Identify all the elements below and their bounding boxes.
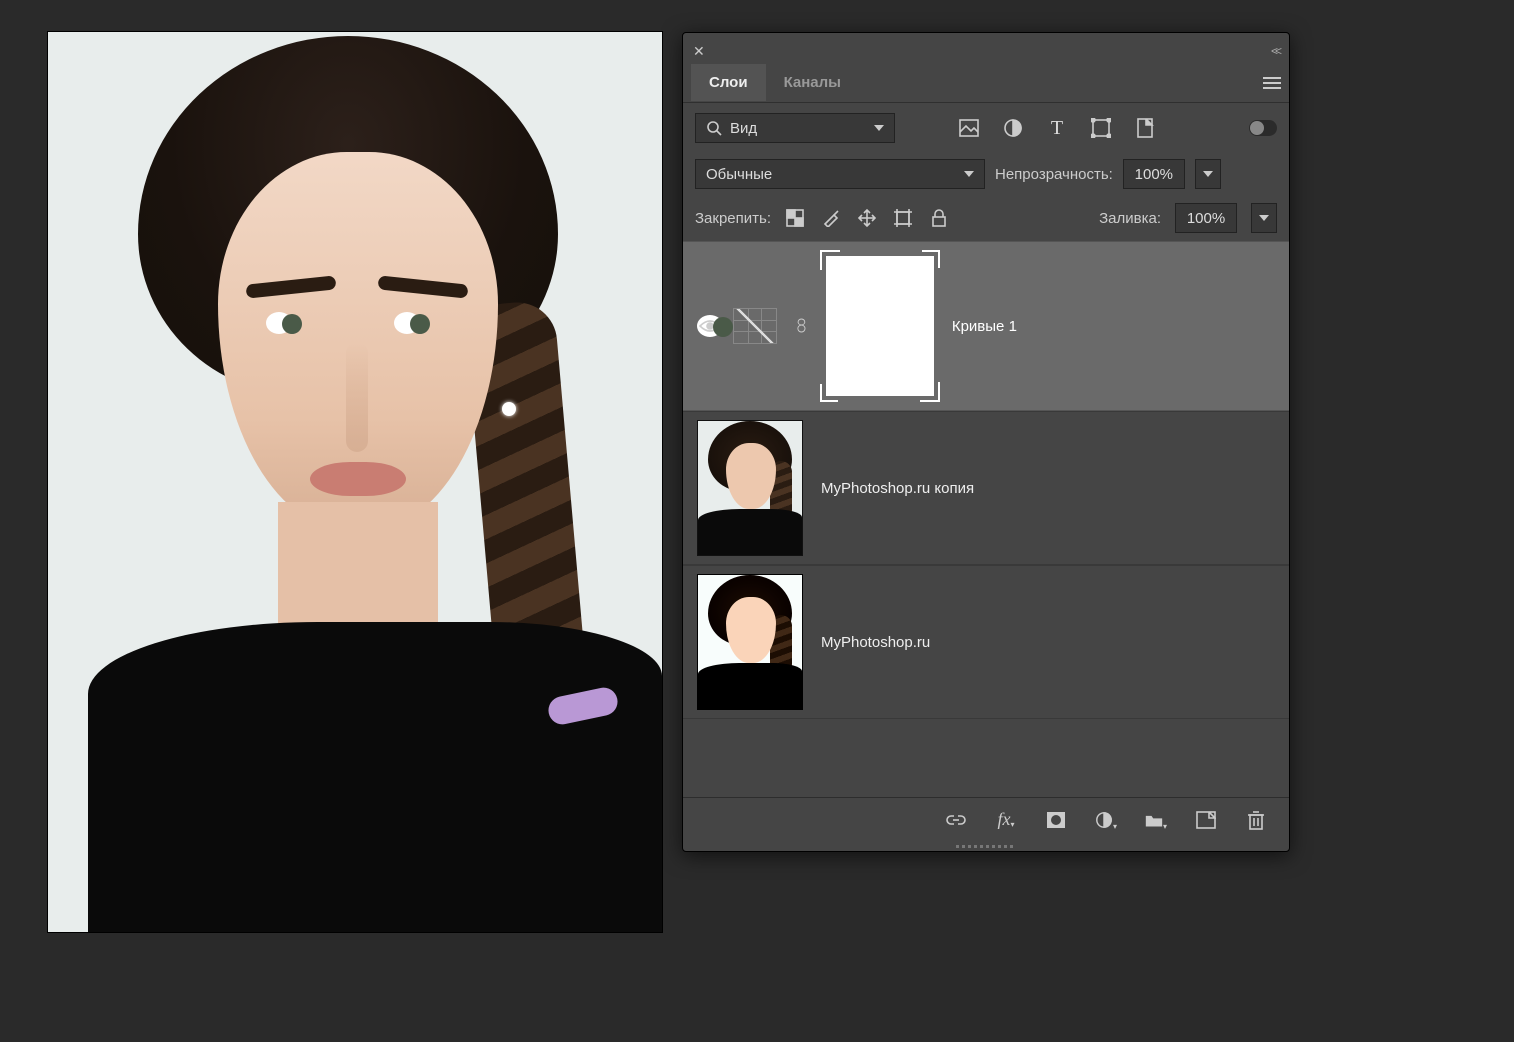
fill-value-field[interactable]: 100% [1175,203,1237,233]
chevron-down-icon [964,171,974,177]
lock-all-icon[interactable] [929,208,949,228]
trash-icon[interactable] [1245,809,1267,831]
layer-filter-kind-label: Вид [730,120,757,137]
layer-name-label[interactable]: MyPhotoshop.ru копия [821,480,974,497]
collapse-panel-icon[interactable]: << [1271,44,1279,58]
layer-row[interactable]: MyPhotoshop.ru копия [683,411,1289,565]
layers-panel: ✕ << Слои Каналы Вид T [682,32,1290,852]
new-layer-icon[interactable] [1195,809,1217,831]
chevron-down-icon [1203,171,1213,177]
layer-name-label[interactable]: MyPhotoshop.ru [821,634,930,651]
document-canvas[interactable] [48,32,662,932]
image-filter-icon[interactable] [959,118,979,138]
opacity-value-field[interactable]: 100% [1123,159,1185,189]
search-icon [706,120,722,136]
layer-row[interactable]: 𝟾 Кривые 1 [683,241,1289,411]
adjustment-icon[interactable]: ▾ [1095,809,1117,831]
lock-paint-icon[interactable] [821,208,841,228]
lock-label: Закрепить: [695,210,771,227]
fill-dropdown-button[interactable] [1251,203,1277,233]
link-icon[interactable] [945,809,967,831]
lock-transparency-icon[interactable] [785,208,805,228]
panel-menu-icon[interactable] [1263,77,1281,89]
adjustment-filter-icon[interactable] [1003,118,1023,138]
layer-mask-thumb[interactable] [826,256,934,396]
layer-filter-kind-select[interactable]: Вид [695,113,895,143]
lock-artboard-icon[interactable] [893,208,913,228]
layer-thumb[interactable] [697,574,803,710]
blend-mode-value: Обычные [706,166,772,183]
layer-thumb[interactable] [697,420,803,556]
layer-row[interactable]: MyPhotoshop.ru [683,565,1289,719]
close-panel-icon[interactable]: ✕ [693,43,705,60]
curves-adjustment-thumb[interactable] [733,308,777,344]
visibility-toggle-icon[interactable] [697,315,723,337]
chevron-down-icon [874,125,884,131]
mask-link-icon[interactable]: 𝟾 [795,315,808,338]
opacity-dropdown-button[interactable] [1195,159,1221,189]
tab-channels[interactable]: Каналы [766,64,859,101]
shape-filter-icon[interactable] [1091,118,1111,138]
mask-icon[interactable] [1045,809,1067,831]
blend-mode-select[interactable]: Обычные [695,159,985,189]
fx-icon[interactable]: fx▾ [995,809,1017,831]
group-icon[interactable]: ▾ [1145,809,1167,831]
chevron-down-icon [1259,215,1269,221]
lock-position-icon[interactable] [857,208,877,228]
panel-resize-grip[interactable] [683,841,1289,851]
tab-layers[interactable]: Слои [691,64,766,101]
portrait-image [48,32,662,932]
opacity-label: Непрозрачность: [995,166,1113,183]
layer-name-label[interactable]: Кривые 1 [952,318,1017,335]
filter-toggle[interactable] [1249,120,1277,136]
smartobject-filter-icon[interactable] [1135,118,1155,138]
type-filter-icon[interactable]: T [1047,118,1067,138]
fill-label: Заливка: [1099,210,1161,227]
